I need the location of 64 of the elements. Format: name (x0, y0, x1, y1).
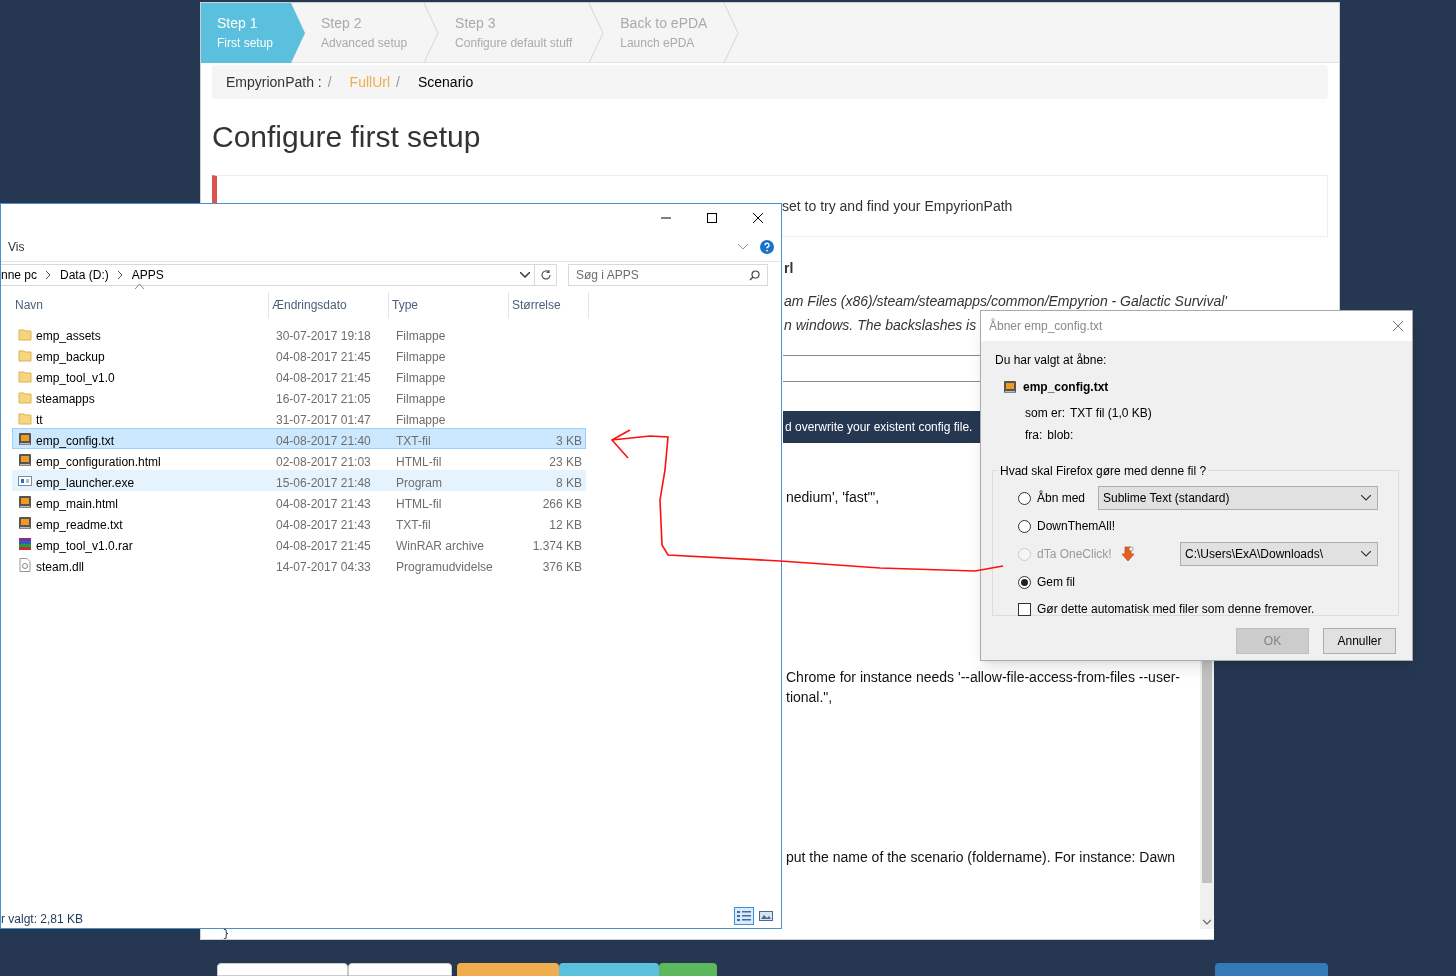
file-name: emp_tool_v1.0 (36, 370, 115, 387)
page-heading: Configure first setup (212, 119, 481, 155)
detail-label: fra: (1025, 427, 1043, 444)
status-text: r valgt: 2,81 KB (1, 911, 84, 928)
file-name: emp_tool_v1.0.rar (36, 538, 133, 555)
file-name: steamapps (36, 391, 95, 408)
file-size: 12 KB (549, 517, 582, 534)
file-type: Program (396, 475, 442, 492)
file-date: 04-08-2017 21:45 (276, 349, 371, 366)
file-date: 04-08-2017 21:43 (276, 496, 371, 513)
help-text: n windows. The backslashes is (784, 317, 977, 333)
file-date: 15-06-2017 21:48 (276, 475, 371, 492)
file-date: 04-08-2017 21:43 (276, 517, 371, 534)
file-name: tt (36, 412, 43, 429)
file-date: 14-07-2017 04:33 (276, 559, 371, 576)
file-type: TXT-fil (396, 433, 431, 450)
file-date: 30-07-2017 19:18 (276, 328, 371, 345)
breadcrumb-separator: / (327, 72, 332, 92)
file-type: Programudvidelse (396, 559, 493, 576)
file-name: emp_readme.txt (36, 517, 123, 534)
file-type: Filmappe (396, 391, 446, 408)
dropdown-value: Sublime Text (standard) (1103, 490, 1231, 507)
file-size: 8 KB (556, 475, 582, 492)
file-type: TXT-fil (396, 517, 431, 534)
file-name: emp_config.txt (36, 433, 115, 450)
file-date: 04-08-2017 21:45 (276, 370, 371, 387)
breadcrumb-separator: / (396, 72, 400, 92)
detail-value: blob: (1047, 427, 1074, 444)
file-name: emp_main.html (36, 496, 119, 513)
config-text: Chrome for instance needs '--allow-file-access-from-files --user- (786, 668, 1180, 687)
file-type: Filmappe (396, 412, 446, 429)
file-name: steam.dll (36, 559, 85, 576)
help-text: am Files (x86)/steam/steamapps/common/Empyrion - Galactic Survival' (784, 293, 1228, 309)
config-text: tional.", (786, 688, 833, 707)
config-text: nedium', 'fast'", (786, 488, 880, 507)
file-name: emp_assets (36, 328, 101, 345)
file-type: HTML-fil (396, 496, 442, 513)
file-name: emp_config.txt (1023, 379, 1109, 396)
file-date: 04-08-2017 21:40 (276, 433, 371, 450)
dialog-title: Åbner emp_config.txt (989, 317, 1104, 335)
file-size: 23 KB (549, 454, 582, 471)
file-name: emp_configuration.html (36, 454, 161, 471)
file-type: Filmappe (396, 328, 446, 345)
file-type: WinRAR archive (396, 538, 485, 555)
search-placeholder: Søg i APPS (576, 267, 640, 284)
file-type: HTML-fil (396, 454, 442, 471)
config-text: } (223, 928, 229, 942)
intro-text: Du har valgt at åbne: (995, 352, 1107, 369)
dropdown-value: C:\Users\ExA\Downloads\ (1185, 546, 1325, 563)
field-label: rl (784, 259, 794, 278)
file-type: Filmappe (396, 349, 446, 366)
file-date: 31-07-2017 01:47 (276, 412, 371, 429)
file-name: emp_backup (36, 349, 105, 366)
file-type: Filmappe (396, 370, 446, 387)
file-date: 16-07-2017 21:05 (276, 391, 371, 408)
file-date: 04-08-2017 21:45 (276, 538, 371, 555)
file-size: 1.374 KB (532, 538, 582, 555)
file-size: 266 KB (542, 496, 582, 513)
file-size: 3 KB (556, 433, 582, 450)
file-name: emp_launcher.exe (36, 475, 135, 492)
note-text: set to try and find your EmpyrionPath (782, 196, 1013, 216)
file-date: 02-08-2017 21:03 (276, 454, 371, 471)
file-size: 376 KB (542, 559, 582, 576)
config-text: put the name of the scenario (foldername). For instance: Dawn (786, 848, 1176, 867)
